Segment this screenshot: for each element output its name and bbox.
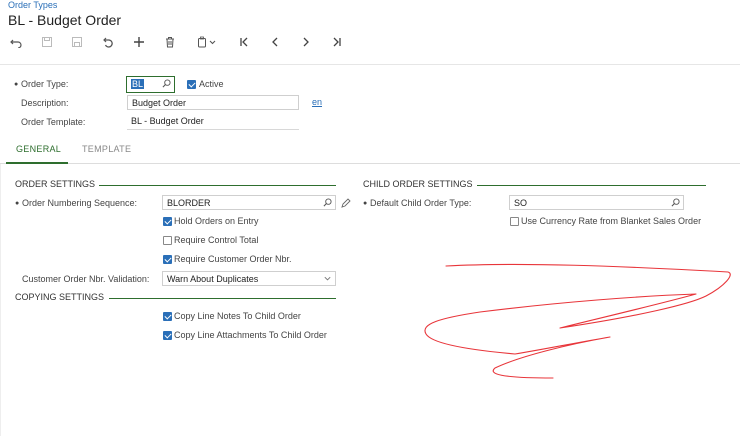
previous-record-icon[interactable] (264, 32, 286, 52)
order-template-value: BL - Budget Order (131, 116, 204, 126)
general-tab-content: ORDER SETTINGS ● Order Numbering Sequenc… (0, 164, 740, 436)
hold-orders-label: Hold Orders on Entry (174, 216, 259, 226)
hold-orders-checkbox[interactable] (163, 217, 172, 226)
chevron-down-icon (324, 276, 331, 281)
validation-select[interactable]: Warn About Duplicates (162, 271, 336, 286)
copy-paste-icon[interactable] (192, 32, 222, 52)
copying-settings-divider (109, 298, 336, 299)
description-label: Description: (21, 98, 69, 108)
save-icon[interactable] (36, 32, 58, 52)
cancel-icon[interactable] (97, 32, 119, 52)
require-control-total-label: Require Control Total (174, 235, 259, 245)
undo-icon[interactable] (5, 32, 27, 52)
order-template-field: BL - Budget Order (127, 114, 299, 130)
header-panel: ● Order Type: BL Active Description: Bud… (0, 64, 740, 136)
required-marker: ● (14, 81, 19, 88)
use-currency-rate-label: Use Currency Rate from Blanket Sales Ord… (521, 216, 702, 226)
search-icon[interactable] (671, 198, 680, 207)
description-field[interactable]: Budget Order (127, 95, 299, 110)
validation-value: Warn About Duplicates (167, 274, 259, 284)
save-close-icon[interactable] (66, 32, 88, 52)
search-icon[interactable] (162, 79, 171, 88)
description-value: Budget Order (132, 98, 187, 108)
default-child-order-type-label: Default Child Order Type: (370, 198, 472, 208)
copy-attachments-label: Copy Line Attachments To Child Order (174, 330, 327, 340)
require-control-total-checkbox[interactable] (163, 236, 172, 245)
required-marker: ● (363, 200, 368, 207)
toolbar (0, 32, 740, 54)
breadcrumb[interactable]: Order Types (8, 0, 57, 10)
order-template-label: Order Template: (21, 117, 86, 127)
order-type-field[interactable]: BL (126, 76, 175, 93)
delete-icon[interactable] (159, 32, 181, 52)
page-title: BL - Budget Order (8, 12, 122, 28)
edit-pencil-icon[interactable] (341, 198, 351, 208)
order-type-label: Order Type: (21, 79, 69, 89)
use-currency-rate-checkbox[interactable] (510, 217, 519, 226)
copy-attachments-checkbox[interactable] (163, 331, 172, 340)
active-checkbox[interactable] (187, 80, 196, 89)
numbering-sequence-field[interactable]: BLORDER (162, 195, 336, 210)
default-child-order-type-field[interactable]: SO (509, 195, 684, 210)
required-marker: ● (15, 200, 20, 207)
last-record-icon[interactable] (326, 32, 348, 52)
tab-general[interactable]: GENERAL (16, 144, 61, 154)
numbering-sequence-label: Order Numbering Sequence: (22, 198, 138, 208)
active-label: Active (199, 79, 224, 89)
numbering-sequence-value: BLORDER (167, 198, 211, 208)
validation-label: Customer Order Nbr. Validation: (22, 274, 150, 284)
copy-notes-checkbox[interactable] (163, 312, 172, 321)
copy-notes-label: Copy Line Notes To Child Order (174, 311, 301, 321)
tab-bar: GENERAL TEMPLATE (0, 138, 740, 164)
first-record-icon[interactable] (233, 32, 255, 52)
require-customer-nbr-label: Require Customer Order Nbr. (174, 254, 292, 264)
copying-settings-title: COPYING SETTINGS (15, 292, 105, 302)
next-record-icon[interactable] (295, 32, 317, 52)
default-child-order-type-value: SO (514, 198, 528, 208)
order-settings-divider (99, 185, 336, 186)
language-link[interactable]: en (312, 97, 322, 107)
tab-template[interactable]: TEMPLATE (82, 144, 131, 154)
order-type-value: BL (131, 79, 145, 89)
child-order-settings-title: CHILD ORDER SETTINGS (363, 179, 473, 189)
search-icon[interactable] (323, 198, 332, 207)
add-icon[interactable] (128, 32, 150, 52)
order-settings-title: ORDER SETTINGS (15, 179, 96, 189)
child-order-settings-divider (477, 185, 706, 186)
require-customer-nbr-checkbox[interactable] (163, 255, 172, 264)
